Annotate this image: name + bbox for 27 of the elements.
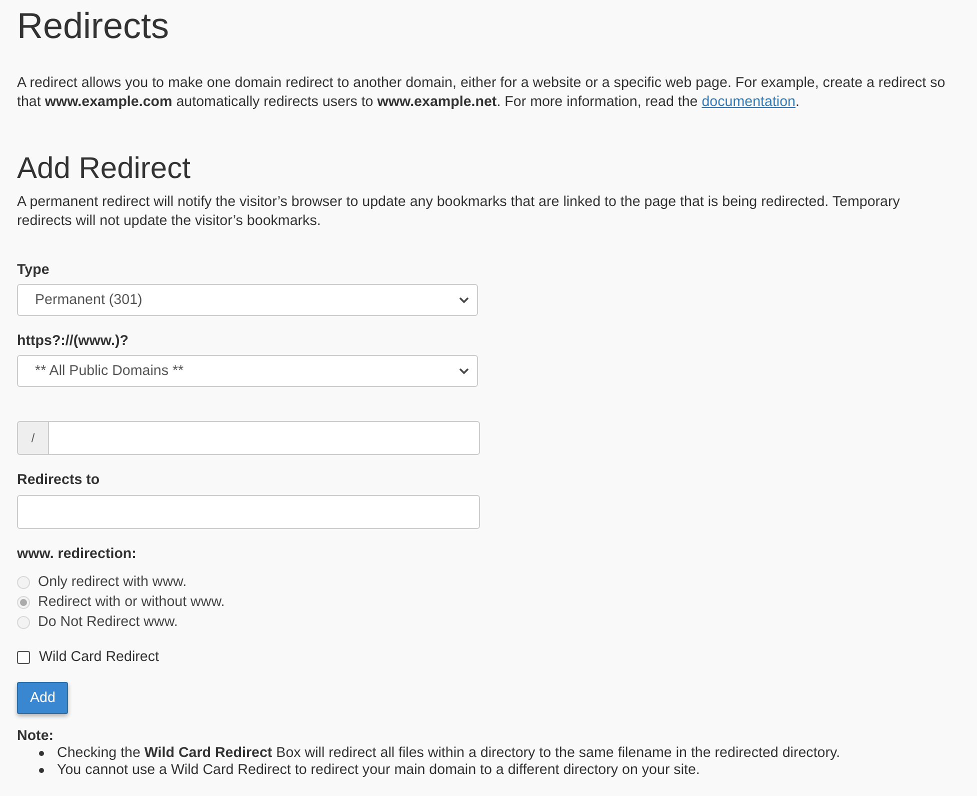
domain-select[interactable]: ** All Public Domains ** bbox=[17, 355, 478, 387]
bullet-icon bbox=[39, 751, 44, 756]
redirects-to-input[interactable] bbox=[17, 495, 480, 529]
intro-paragraph: A redirect allows you to make one domain redirect to another domain, either for a website or a specific web page. For example, create a redirect so that www.example.com automatically redirects users to www.example.net. For more information, read the documentation. bbox=[17, 74, 946, 112]
field-label: www. redirection: bbox=[17, 545, 138, 563]
note-text: You cannot use a Wild Card Redirect to redirect your main domain to a different directory on your site. bbox=[57, 762, 700, 779]
section-description: A permanent redirect will notify the visitor’s browser to update any bookmarks that are linked to the page that is being redirected. Temporary redirects will not update the visitor’s bookmarks. bbox=[17, 193, 901, 231]
add-button[interactable]: Add bbox=[17, 682, 68, 714]
note-title: Note: bbox=[17, 728, 55, 745]
bullet-icon bbox=[39, 768, 44, 773]
radio-label: Redirect with or without www. bbox=[38, 594, 225, 610]
note-text: Checking the Wild Card Redirect Box will redirect all files within a directory to the same filename in the redirected directory. bbox=[57, 745, 840, 762]
checkbox-label: Wild Card Redirect bbox=[39, 649, 159, 665]
radio-label: Do Not Redirect www. bbox=[38, 614, 178, 630]
path-prefix: / bbox=[17, 421, 48, 455]
radio-label: Only redirect with www. bbox=[38, 574, 187, 590]
page-title: Redirects bbox=[17, 4, 170, 48]
section-title: Add Redirect bbox=[17, 152, 192, 186]
field-label: Redirects to bbox=[17, 471, 101, 489]
field-label: Type bbox=[17, 261, 50, 279]
path-input[interactable] bbox=[48, 421, 480, 455]
chevron-down-icon bbox=[459, 296, 469, 304]
field-label: https?://(www.)? bbox=[17, 332, 130, 350]
documentation-link[interactable]: documentation bbox=[702, 94, 796, 110]
type-select[interactable]: Permanent (301) bbox=[17, 284, 478, 316]
checkbox[interactable] bbox=[17, 650, 30, 664]
chevron-down-icon bbox=[459, 368, 469, 374]
